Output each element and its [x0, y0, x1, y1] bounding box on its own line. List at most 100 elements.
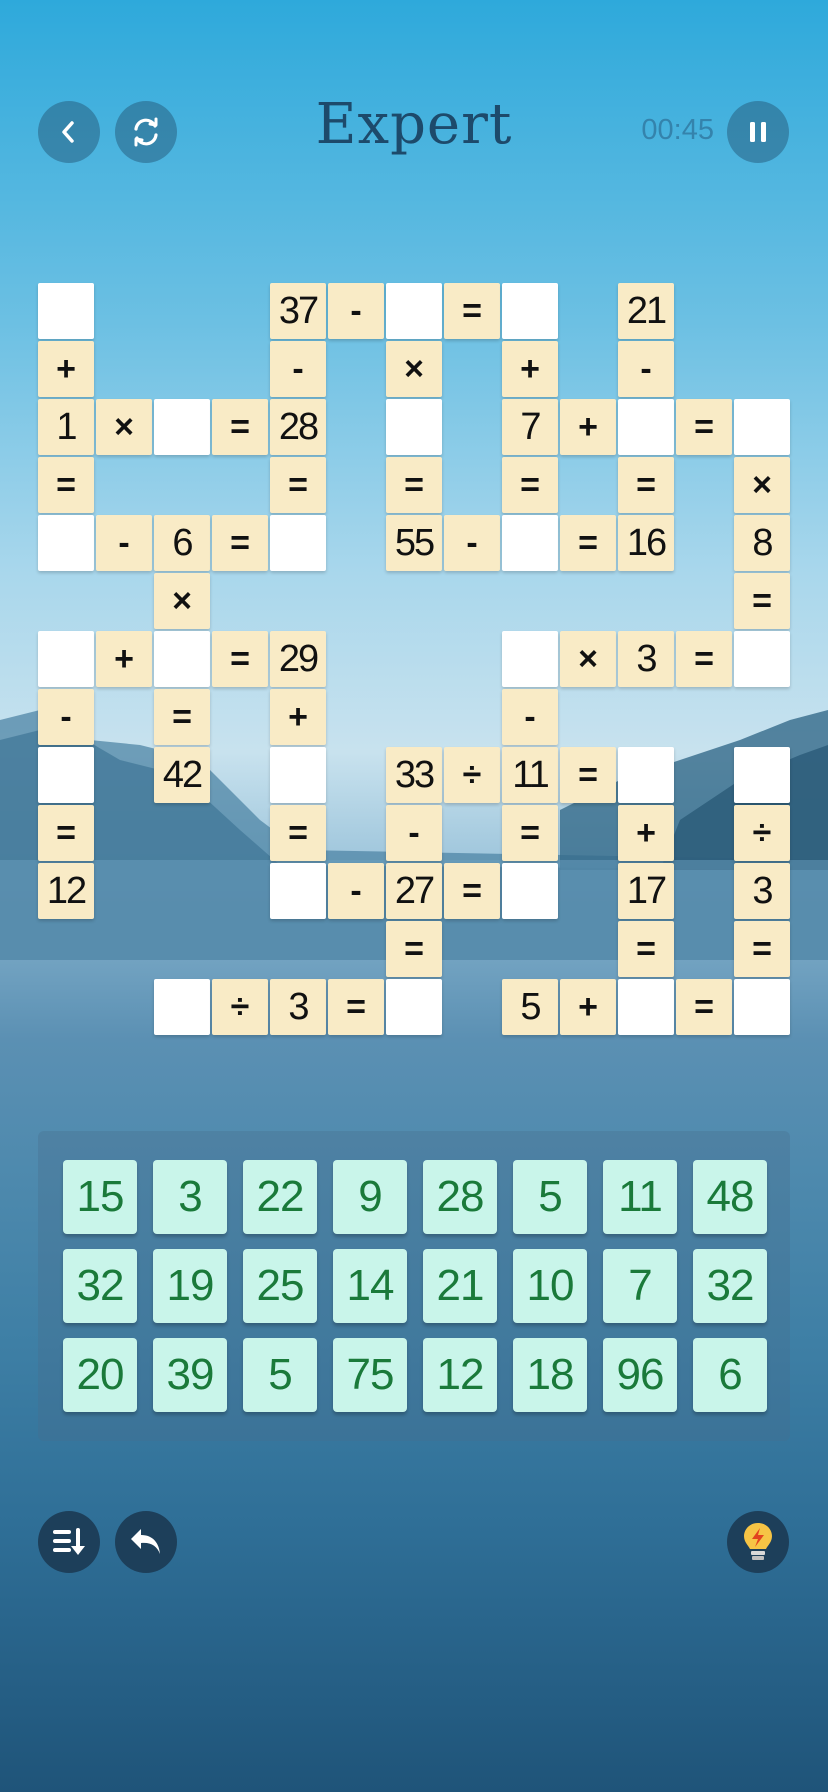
tile-value: 27	[394, 869, 435, 912]
empty-slot[interactable]	[386, 979, 442, 1035]
tile-value: 3	[636, 637, 657, 680]
given-number-tile: 28	[270, 399, 326, 455]
operator-tile: =	[676, 399, 732, 455]
empty-slot[interactable]	[38, 631, 94, 687]
empty-slot[interactable]	[502, 863, 558, 919]
empty-slot[interactable]	[270, 515, 326, 571]
number-tile[interactable]: 3	[153, 1160, 227, 1234]
refresh-icon	[134, 117, 158, 147]
empty-slot[interactable]	[734, 747, 790, 803]
operator-symbol: =	[404, 929, 424, 968]
operator-symbol: +	[636, 813, 656, 852]
operator-tile: -	[328, 283, 384, 339]
number-tile[interactable]: 15	[63, 1160, 137, 1234]
empty-slot[interactable]	[386, 283, 442, 339]
tile-value: 3	[752, 869, 773, 912]
number-tile[interactable]: 11	[603, 1160, 677, 1234]
hint-button[interactable]	[727, 1511, 789, 1573]
operator-tile: -	[386, 805, 442, 861]
operator-symbol: +	[114, 639, 134, 678]
given-number-tile: 21	[618, 283, 674, 339]
number-bank: 15 3 22 9 28 5 11 48 32 19 25 14 21 10 7 32 20 39 5 75 12 18 9…	[38, 1131, 790, 1441]
given-number-tile: 33	[386, 747, 442, 803]
tile-value: 8	[752, 521, 773, 564]
number-tile[interactable]: 18	[513, 1338, 587, 1412]
empty-slot[interactable]	[154, 399, 210, 455]
restart-button[interactable]	[115, 101, 177, 163]
empty-slot[interactable]	[618, 399, 674, 455]
empty-slot[interactable]	[734, 979, 790, 1035]
operator-symbol: =	[172, 697, 192, 736]
given-number-tile: 8	[734, 515, 790, 571]
operator-symbol: ×	[114, 407, 134, 446]
operator-tile: =	[154, 689, 210, 745]
given-number-tile: 29	[270, 631, 326, 687]
operator-tile: -	[444, 515, 500, 571]
operator-tile: =	[386, 921, 442, 977]
tile-value: 28	[278, 405, 319, 448]
operator-symbol: =	[752, 581, 772, 620]
number-tile[interactable]: 5	[243, 1338, 317, 1412]
operator-tile: =	[734, 573, 790, 629]
number-tile[interactable]: 19	[153, 1249, 227, 1323]
operator-symbol: =	[462, 291, 482, 330]
number-tile[interactable]: 9	[333, 1160, 407, 1234]
number-tile[interactable]: 20	[63, 1338, 137, 1412]
pause-button[interactable]	[727, 101, 789, 163]
operator-symbol: =	[288, 465, 308, 504]
number-tile[interactable]: 48	[693, 1160, 767, 1234]
empty-slot[interactable]	[270, 747, 326, 803]
back-button[interactable]	[38, 101, 100, 163]
given-number-tile: 42	[154, 747, 210, 803]
empty-slot[interactable]	[270, 863, 326, 919]
operator-tile: ÷	[212, 979, 268, 1035]
empty-slot[interactable]	[502, 631, 558, 687]
empty-slot[interactable]	[386, 399, 442, 455]
number-tile[interactable]: 6	[693, 1338, 767, 1412]
operator-symbol: ÷	[752, 813, 772, 852]
number-tile[interactable]: 10	[513, 1249, 587, 1323]
number-tile[interactable]: 39	[153, 1338, 227, 1412]
number-tile[interactable]: 32	[63, 1249, 137, 1323]
empty-slot[interactable]	[502, 515, 558, 571]
empty-slot[interactable]	[38, 515, 94, 571]
given-number-tile: 27	[386, 863, 442, 919]
operator-tile: +	[96, 631, 152, 687]
empty-slot[interactable]	[38, 283, 94, 339]
undo-button[interactable]	[115, 1511, 177, 1573]
number-tile[interactable]: 7	[603, 1249, 677, 1323]
empty-slot[interactable]	[618, 979, 674, 1035]
operator-symbol: =	[230, 639, 250, 678]
number-tile[interactable]: 32	[693, 1249, 767, 1323]
operator-symbol: -	[292, 349, 304, 388]
number-tile[interactable]: 22	[243, 1160, 317, 1234]
operator-tile: =	[444, 863, 500, 919]
number-tile[interactable]: 25	[243, 1249, 317, 1323]
number-tile[interactable]: 96	[603, 1338, 677, 1412]
number-tile[interactable]: 5	[513, 1160, 587, 1234]
operator-symbol: =	[694, 639, 714, 678]
number-tile[interactable]: 28	[423, 1160, 497, 1234]
number-tile[interactable]: 14	[333, 1249, 407, 1323]
operator-symbol: =	[694, 987, 714, 1026]
empty-slot[interactable]	[38, 747, 94, 803]
empty-slot[interactable]	[154, 979, 210, 1035]
empty-slot[interactable]	[734, 399, 790, 455]
operator-symbol: ÷	[462, 755, 482, 794]
operator-symbol: ×	[172, 581, 192, 620]
tile-value: 33	[394, 753, 435, 796]
empty-slot[interactable]	[154, 631, 210, 687]
number-tile[interactable]: 75	[333, 1338, 407, 1412]
tile-value: 55	[394, 521, 435, 564]
sort-button[interactable]	[38, 1511, 100, 1573]
operator-tile: =	[676, 979, 732, 1035]
given-number-tile: 55	[386, 515, 442, 571]
number-tile[interactable]: 21	[423, 1249, 497, 1323]
empty-slot[interactable]	[502, 283, 558, 339]
operator-tile: +	[560, 399, 616, 455]
operator-symbol: -	[118, 523, 130, 562]
empty-slot[interactable]	[618, 747, 674, 803]
tile-value: 7	[520, 405, 541, 448]
number-tile[interactable]: 12	[423, 1338, 497, 1412]
empty-slot[interactable]	[734, 631, 790, 687]
